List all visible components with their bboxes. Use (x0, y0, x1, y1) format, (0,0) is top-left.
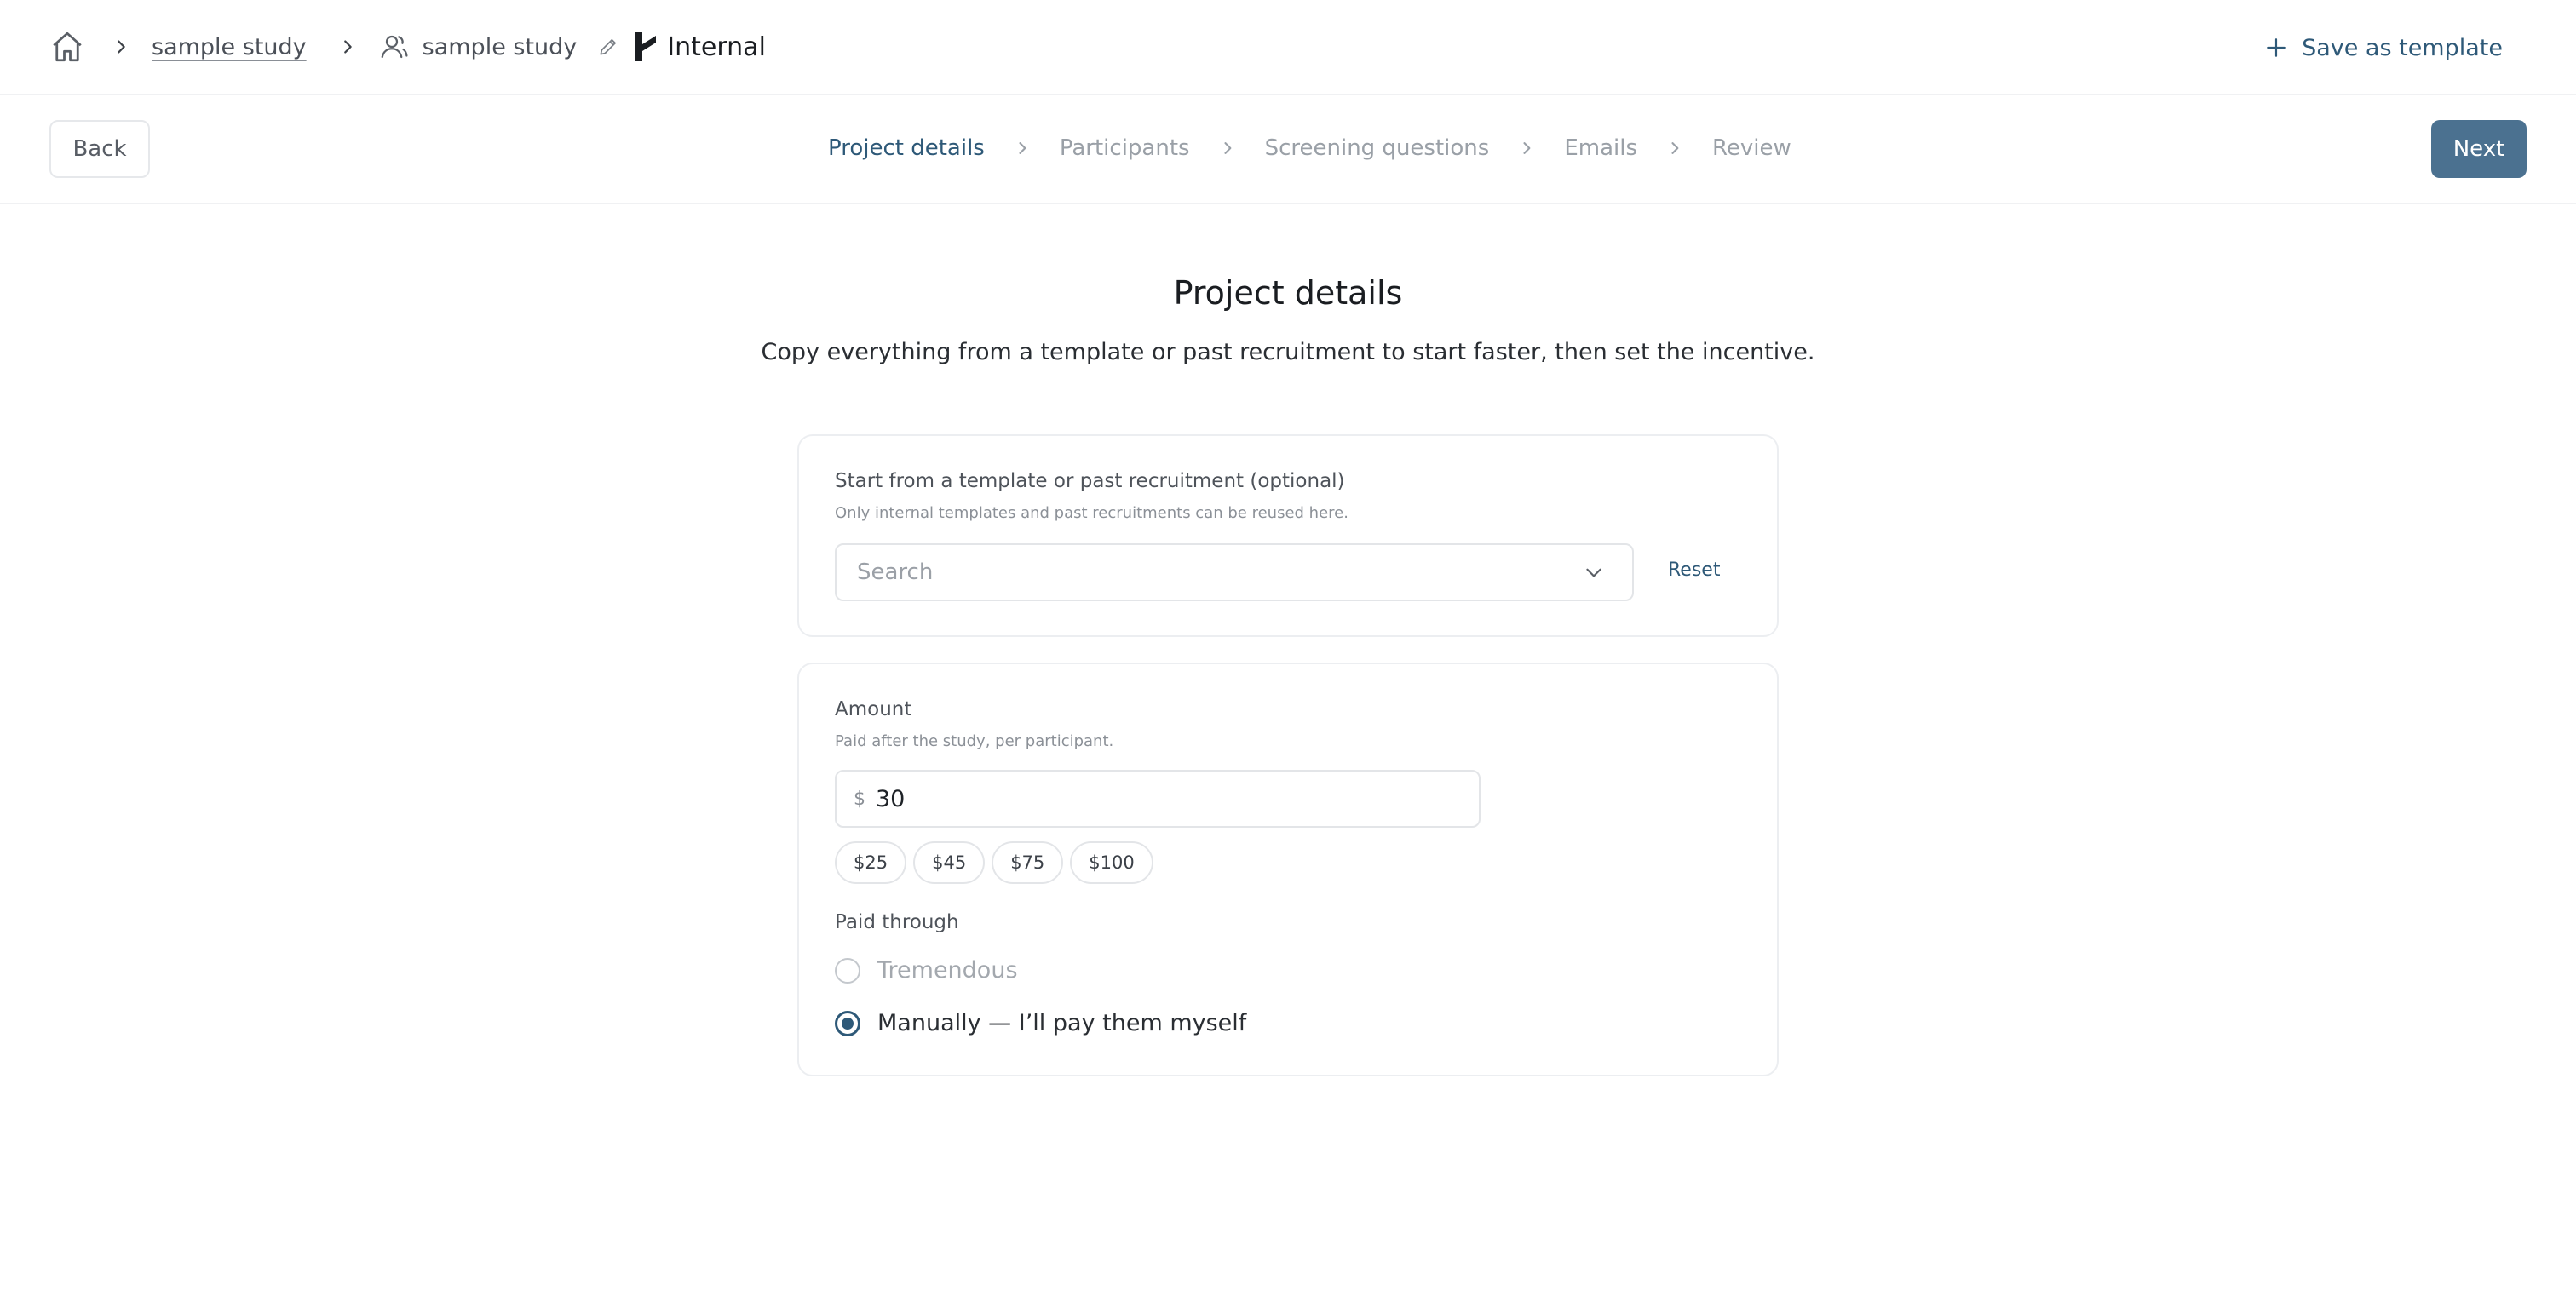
step-navigation: Project details Participants Screening q… (828, 95, 1791, 201)
chevron-right-icon (1516, 138, 1537, 158)
chevron-right-icon (1012, 138, 1032, 158)
step-emails[interactable]: Emails (1564, 135, 1637, 161)
back-button[interactable]: Back (49, 120, 150, 178)
radio-label: Tremendous (877, 957, 1018, 984)
amount-input[interactable] (876, 785, 1479, 812)
plus-icon (2264, 36, 2288, 60)
template-search-input[interactable] (857, 559, 1581, 585)
user-icon (378, 31, 411, 63)
preset-chip-75[interactable]: $75 (992, 841, 1064, 884)
radio-label: Manually — I’ll pay them myself (877, 1010, 1247, 1036)
step-bar: Back Project details Participants Screen… (0, 95, 2576, 204)
radio-button-selected[interactable] (835, 1010, 860, 1036)
template-field-label: Start from a template or past recruitmen… (835, 470, 1345, 492)
next-button[interactable]: Next (2431, 120, 2527, 178)
radio-option-manual[interactable]: Manually — I’ll pay them myself (835, 1010, 1246, 1036)
breadcrumb-study-link[interactable]: sample study (152, 34, 307, 60)
reset-button[interactable]: Reset (1668, 559, 1720, 581)
save-as-template-label: Save as template (2302, 34, 2503, 61)
chevron-right-icon (1665, 138, 1685, 158)
workspace-name: Internal (667, 32, 766, 62)
chevron-right-icon (1217, 138, 1238, 158)
page-subtitle: Copy everything from a template or past … (761, 339, 1815, 365)
home-icon[interactable] (48, 27, 87, 66)
preset-chip-45[interactable]: $45 (913, 841, 986, 884)
amount-presets: $25 $45 $75 $100 (835, 841, 1153, 884)
template-field-help: Only internal templates and past recruit… (835, 504, 1348, 522)
template-card: Start from a template or past recruitmen… (797, 434, 1779, 637)
template-search-select[interactable] (835, 543, 1634, 601)
preset-chip-25[interactable]: $25 (835, 841, 907, 884)
preset-chip-100[interactable]: $100 (1070, 841, 1153, 884)
currency-symbol: $ (854, 788, 865, 810)
step-participants[interactable]: Participants (1060, 135, 1190, 161)
breadcrumb-current-study: sample study Internal (378, 30, 766, 64)
pencil-icon[interactable] (595, 34, 621, 60)
radio-option-tremendous[interactable]: Tremendous (835, 957, 1018, 984)
study-name: sample study (422, 33, 578, 60)
step-screening-questions[interactable]: Screening questions (1265, 135, 1490, 161)
chevron-right-icon (109, 35, 133, 59)
amount-label: Amount (835, 698, 912, 720)
step-project-details[interactable]: Project details (828, 135, 985, 161)
paid-through-label: Paid through (835, 911, 959, 933)
top-bar: sample study sample study Internal Save … (0, 0, 2576, 95)
incentive-card: Amount Paid after the study, per partici… (797, 663, 1779, 1076)
chevron-down-icon[interactable] (1581, 559, 1607, 585)
brand-logo (631, 30, 660, 64)
page-title: Project details (1173, 274, 1403, 312)
radio-button[interactable] (835, 957, 860, 984)
amount-help: Paid after the study, per participant. (835, 732, 1114, 750)
step-review[interactable]: Review (1712, 135, 1791, 161)
chevron-right-icon (336, 35, 359, 59)
amount-field[interactable]: $ (835, 770, 1481, 828)
save-as-template-button[interactable]: Save as template (2264, 22, 2503, 73)
